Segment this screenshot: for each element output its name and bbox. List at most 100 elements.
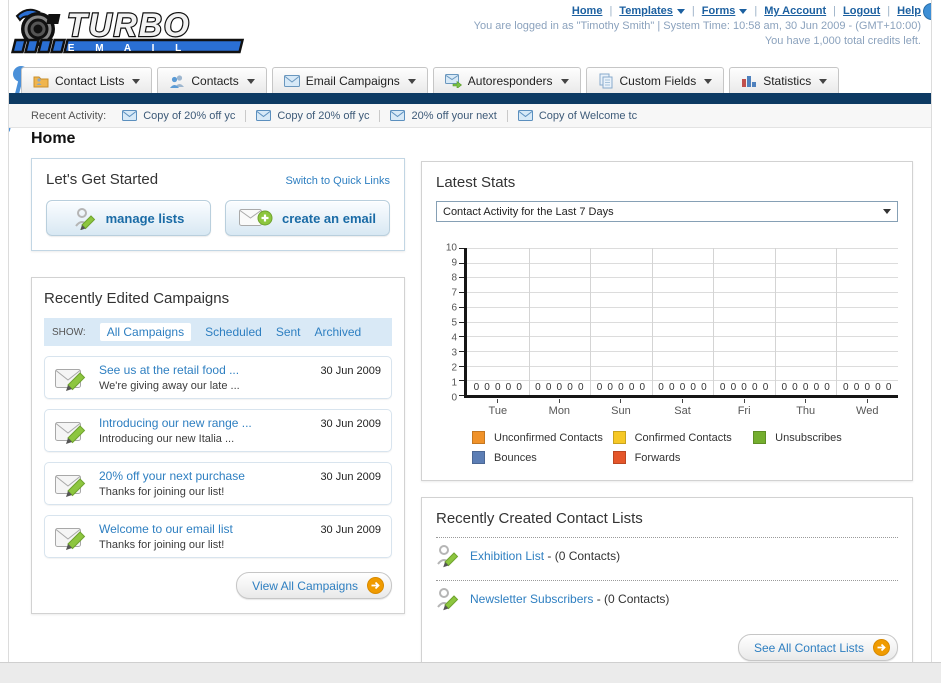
chevron-down-icon [739,8,748,14]
chart-x-axis: Tue Mon Sun Sat Fri Thu Wed [467,399,898,417]
activity-item-label: Copy of Welcome tc [538,109,638,122]
campaign-title-link[interactable]: 20% off your next purchase [99,469,310,483]
credits-info: You have 1,000 total credits left. [764,35,921,47]
nav-separator: | [691,5,695,17]
legend-item: Unconfirmed Contacts [472,431,613,444]
campaign-envelope-pencil-icon [55,368,86,391]
envelope-icon [390,110,406,121]
tab-label: Custom Fields [619,74,697,88]
tab-contact-lists[interactable]: Contact Lists [21,67,153,94]
get-started-title: Let's Get Started [46,171,159,188]
campaign-title-link[interactable]: See us at the retail food ... [99,363,310,377]
nav-link-label: Forms [701,5,736,17]
tab-email-campaigns[interactable]: Email Campaigns [271,67,428,94]
chart-y-axis: 10 9 8 7 6 5 4 3 2 1 0 [445,242,457,404]
nav-separator: | [609,5,613,17]
tab-custom-fields[interactable]: Custom Fields [585,67,725,94]
legend-swatch [472,431,485,444]
campaign-envelope-pencil-icon [55,474,86,497]
contact-list-link[interactable]: Exhibition List [470,549,544,563]
campaign-envelope-pencil-icon [55,421,86,444]
nav-separator: | [833,5,837,17]
contact-lists-title: Recently Created Contact Lists [436,510,643,527]
campaign-title-link[interactable]: Welcome to our email list [99,522,310,536]
nav-link-my-account[interactable]: My Account [764,5,826,17]
activity-item-label: Copy of 20% off yc [277,109,370,122]
nav-link-help[interactable]: Help [897,5,921,17]
campaign-row[interactable]: 20% off your next purchase Thanks for jo… [44,462,392,505]
manage-lists-label: manage lists [105,210,185,226]
chevron-down-icon [883,209,891,214]
latest-stats-panel: Latest Stats Contact Activity for the La… [421,161,913,481]
person-pencil-icon [437,545,459,568]
recent-activity-item[interactable]: 20% off your next [390,109,508,122]
nav-link-forms[interactable]: Forms [702,5,748,17]
campaign-date: 30 Jun 2009 [320,365,381,377]
content-frame: E M A I L TURBO Home | Templates | Forms… [8,0,932,662]
left-column: Let's Get Started Switch to Quick Links … [31,158,405,614]
person-pencil-icon [437,588,459,611]
page-title: Home [31,130,76,147]
legend-swatch [753,431,767,444]
campaign-row[interactable]: See us at the retail food ... We're givi… [44,356,392,399]
filter-all-campaigns[interactable]: All Campaigns [99,323,192,341]
recent-activity-item[interactable]: Copy of Welcome tc [517,109,647,122]
nav-link-home[interactable]: Home [572,5,603,17]
login-info: You are logged in as "Timothy Smith" | S… [473,20,921,32]
get-started-panel: Let's Get Started Switch to Quick Links … [31,158,405,251]
chevron-down-icon [676,8,685,14]
latest-stats-title: Latest Stats [436,174,516,191]
see-all-contact-lists-button[interactable]: See All Contact Lists [737,634,898,661]
help-bubble-icon[interactable] [923,3,931,20]
legend-item: Forwards [612,451,754,464]
tab-label: Contact Lists [55,74,125,88]
tab-label: Statistics [763,74,812,88]
recent-activity-label: Recent Activity: [31,109,107,122]
envelope-icon [283,75,300,87]
legend-swatch [612,431,626,444]
contact-list-count: - (0 Contacts) [544,549,621,563]
legend-item: Bounces [472,451,613,464]
top-nav: Home | Templates | Forms | My Account | … [474,5,921,17]
create-email-button[interactable]: create an email [225,200,390,236]
tab-contacts[interactable]: Contacts [157,67,267,94]
nav-separator: | [754,5,758,17]
turbo-email-logo[interactable]: E M A I L TURBO [10,2,261,63]
manage-lists-button[interactable]: manage lists [46,200,211,236]
campaign-row[interactable]: Welcome to our email list Thanks for joi… [44,515,392,558]
orange-arrow-icon [873,639,890,656]
navy-divider-bar [9,93,931,104]
campaign-envelope-pencil-icon [55,527,86,550]
tab-statistics[interactable]: Statistics [729,67,840,94]
envelope-icon [256,110,272,121]
contacts-people-icon [170,75,185,88]
tab-label: Email Campaigns [305,74,400,88]
activity-item-label: Copy of 20% off yc [143,109,236,122]
main-tab-bar: Contact Lists Contacts Email Campaigns A… [9,66,931,94]
switch-to-quick-links[interactable]: Switch to Quick Links [285,175,390,187]
right-column: Latest Stats Contact Activity for the La… [421,161,913,662]
campaign-title-link[interactable]: Introducing our new range ... [99,416,310,430]
filter-sent[interactable]: Sent [276,325,301,339]
filter-scheduled[interactable]: Scheduled [205,325,262,339]
person-pencil-icon [74,208,95,230]
filter-archived[interactable]: Archived [315,325,362,339]
contact-list-item[interactable]: Exhibition List - (0 Contacts) [436,538,898,571]
nav-link-logout[interactable]: Logout [843,5,880,17]
app-root: E M A I L TURBO Home | Templates | Forms… [0,0,941,683]
chevron-down-icon [407,78,416,84]
stats-period-value: Contact Activity for the Last 7 Days [443,205,614,218]
view-all-campaigns-button[interactable]: View All Campaigns [236,572,392,599]
recent-activity-bar: Recent Activity: Copy of 20% off yc Copy… [9,104,931,128]
contact-list-link[interactable]: Newsletter Subscribers [470,592,593,606]
recent-activity-item[interactable]: Copy of 20% off yc [256,109,381,122]
campaign-row[interactable]: Introducing our new range ... Introducin… [44,409,392,452]
contact-list-count: - (0 Contacts) [593,592,670,606]
stats-period-dropdown[interactable]: Contact Activity for the Last 7 Days [436,201,898,222]
autoresponder-icon [444,74,462,88]
nav-link-templates[interactable]: Templates [619,5,685,17]
contact-list-item[interactable]: Newsletter Subscribers - (0 Contacts) [436,581,898,614]
recent-activity-item[interactable]: Copy of 20% off yc [122,109,247,122]
tab-autoresponders[interactable]: Autoresponders [432,67,581,94]
campaigns-title: Recently Edited Campaigns [44,290,230,307]
